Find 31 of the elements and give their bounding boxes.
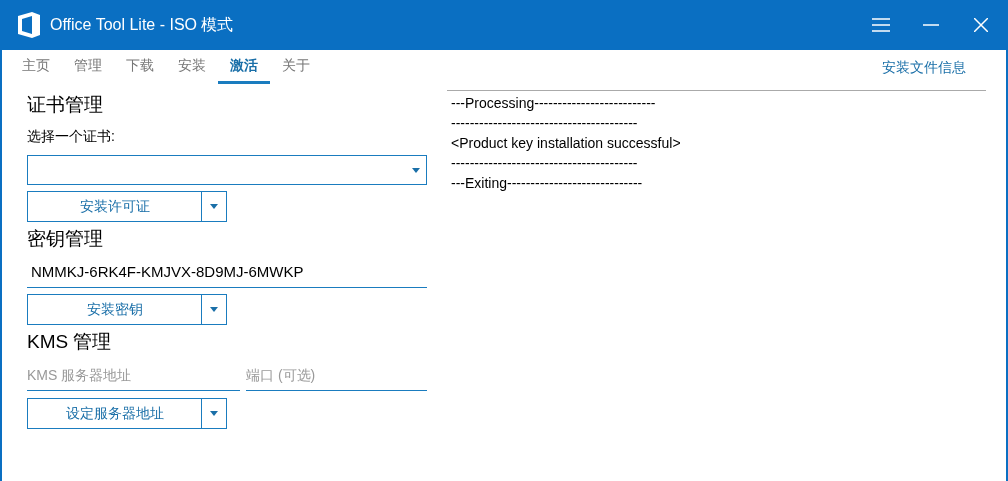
install-file-info-link[interactable]: 安装文件信息 bbox=[882, 50, 966, 84]
field-label: 选择一个证书: bbox=[27, 127, 116, 146]
action-button[interactable]: 设定服务器地址 bbox=[27, 398, 202, 429]
section-heading: KMS 管理 bbox=[27, 330, 113, 354]
close-icon bbox=[974, 18, 988, 32]
tab[interactable]: 下载 bbox=[114, 50, 166, 84]
output-log-text: ---Processing-------------------------- ---------------------------------------- <Product key installation successful> ---------------------------------------- ---Exiting----------------------------- bbox=[451, 94, 682, 193]
caret-icon bbox=[210, 307, 218, 312]
caret-icon bbox=[412, 167, 420, 173]
kms-server-field[interactable]: KMS 服务器地址 bbox=[27, 359, 240, 391]
action-button[interactable]: 安装密钥 bbox=[27, 294, 202, 325]
product-key-field[interactable]: NMMKJ-6RK4F-KMJVX-8D9MJ-6MWKP bbox=[27, 256, 427, 288]
office-logo-icon bbox=[18, 12, 40, 38]
tab[interactable]: 管理 bbox=[62, 50, 114, 84]
port-field[interactable]: 端口 (可选) bbox=[246, 359, 427, 391]
certificate-select[interactable] bbox=[27, 155, 427, 185]
section-heading: 证书管理 bbox=[27, 93, 104, 117]
caret-icon bbox=[210, 411, 218, 416]
minimize-icon bbox=[923, 24, 939, 26]
action-button[interactable]: 安装许可证 bbox=[27, 191, 202, 222]
caret-icon bbox=[210, 204, 218, 209]
tab[interactable]: 关于 bbox=[270, 50, 322, 84]
menu-icon bbox=[872, 18, 890, 32]
dropdown-button[interactable] bbox=[202, 398, 227, 429]
tab[interactable]: 安装 bbox=[166, 50, 218, 84]
tab[interactable]: 主页 bbox=[10, 50, 62, 84]
tab[interactable]: 激活 bbox=[218, 50, 270, 84]
dropdown-button[interactable] bbox=[202, 294, 227, 325]
dropdown-button[interactable] bbox=[202, 191, 227, 222]
section-heading: 密钥管理 bbox=[27, 227, 104, 251]
window-title: Office Tool Lite - ISO 模式 bbox=[50, 15, 234, 35]
